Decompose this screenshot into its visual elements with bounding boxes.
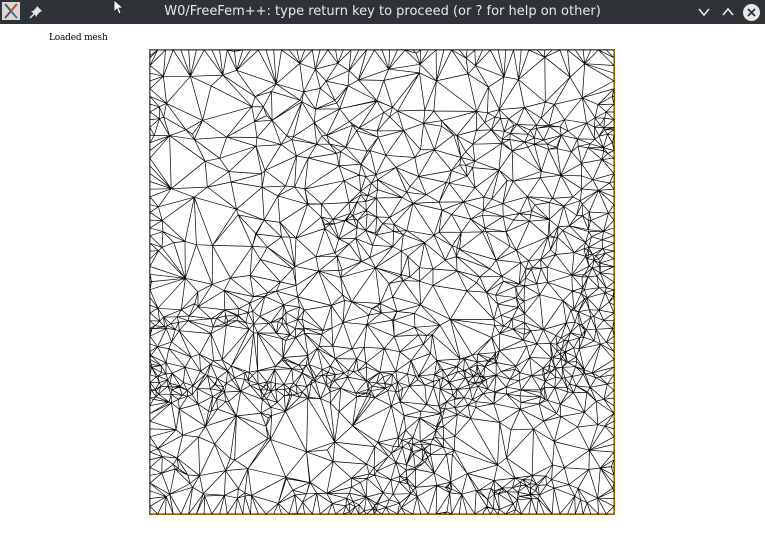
close-icon[interactable]	[741, 2, 761, 22]
freefem-app-icon[interactable]	[2, 2, 20, 20]
chevron-up-icon[interactable]	[718, 2, 738, 22]
mesh-edges	[150, 50, 614, 514]
freefem-window: W0/FreeFem++: type return key to proceed…	[0, 0, 765, 537]
plot-label: Loaded mesh	[49, 33, 108, 43]
mesh-plot[interactable]	[149, 49, 615, 515]
chevron-down-icon[interactable]	[694, 2, 714, 22]
mesh-triangulation	[150, 50, 614, 514]
mouse-cursor-icon	[113, 0, 125, 15]
pin-icon[interactable]	[26, 2, 46, 22]
